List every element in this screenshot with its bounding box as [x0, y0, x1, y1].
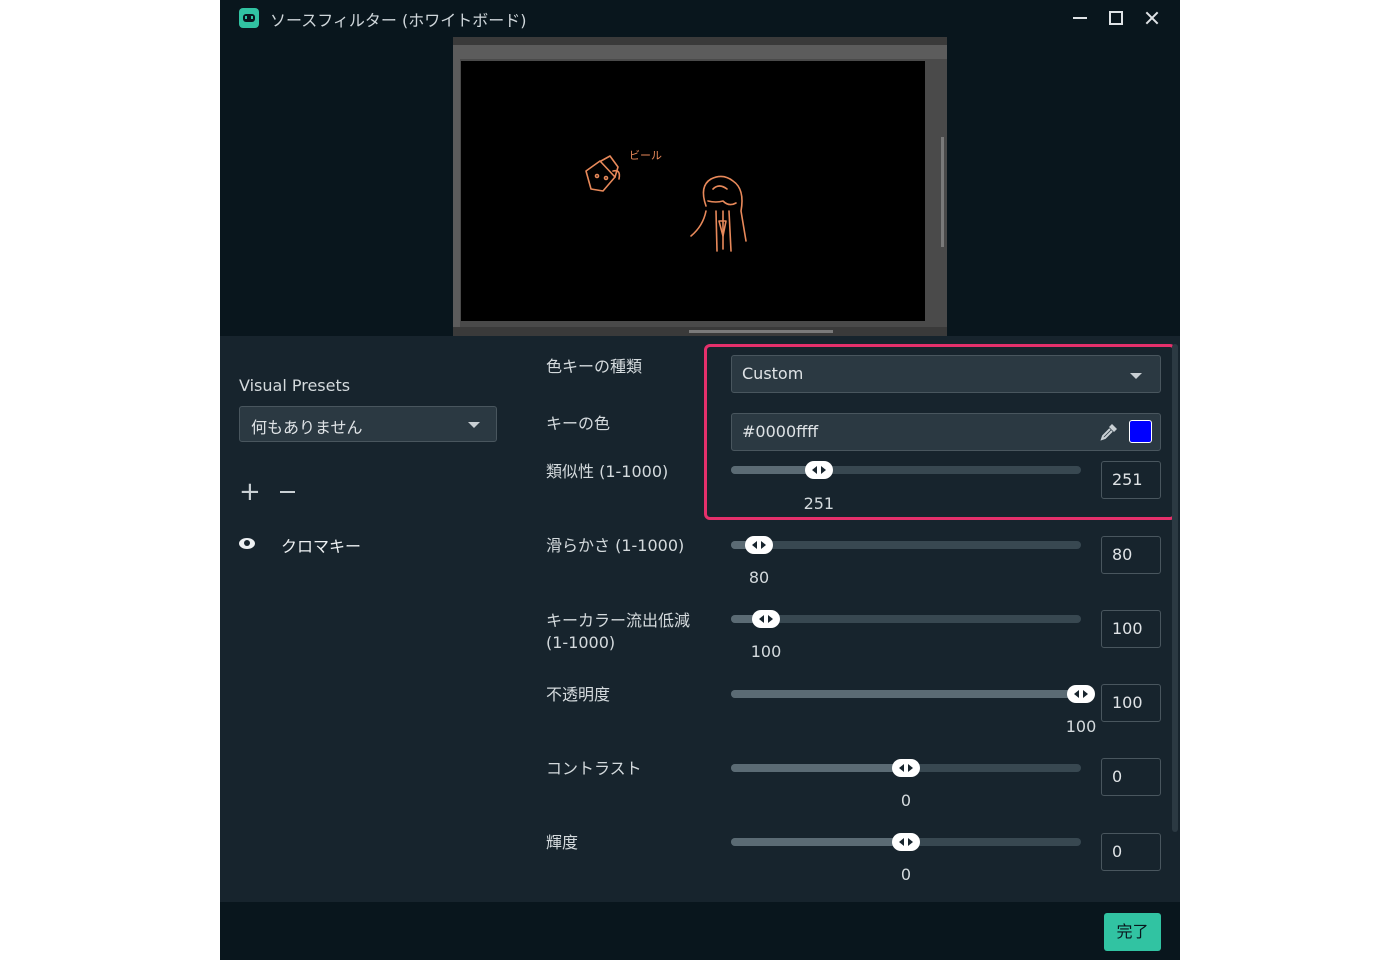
- streamlabs-app-icon: [239, 8, 259, 28]
- brightness-value-label: 0: [900, 865, 912, 884]
- key-type-value: Custom: [742, 364, 804, 383]
- slider-fill: [731, 838, 906, 846]
- close-icon[interactable]: [1140, 6, 1164, 30]
- smoothness-slider[interactable]: [731, 536, 1081, 554]
- slider-handle[interactable]: [892, 759, 920, 777]
- slider-handle[interactable]: [752, 610, 780, 628]
- smoothness-label: 滑らかさ (1-1000): [546, 536, 685, 555]
- title-bar: ソースフィルター (ホワイトボード): [220, 0, 1180, 36]
- contrast-label: コントラスト: [546, 759, 642, 778]
- preview-horizontal-scrollbar: [689, 330, 833, 333]
- key-type-dropdown[interactable]: Custom: [731, 355, 1161, 393]
- brightness-label: 輝度: [546, 833, 579, 852]
- spill-value-label: 100: [750, 642, 782, 661]
- maximize-icon[interactable]: [1104, 6, 1128, 30]
- spill-label-line1: キーカラー流出低減: [546, 611, 691, 630]
- opacity-input[interactable]: 100: [1101, 684, 1161, 722]
- doodle-annotation: ビール: [629, 149, 662, 162]
- spill-label-line2: (1-1000): [546, 633, 616, 652]
- preview-app-titlebar: [453, 37, 947, 45]
- filter-list-panel: Visual Presets 何もありません + クロマキー: [220, 336, 520, 902]
- key-type-label: 色キーの種類: [546, 357, 643, 376]
- preview-area: ビール: [220, 36, 1180, 336]
- done-button[interactable]: 完了: [1104, 913, 1161, 951]
- slider-handle[interactable]: [745, 536, 773, 554]
- preview-vertical-scrollbar: [941, 137, 944, 247]
- preview-canvas: ビール: [461, 61, 925, 321]
- similarity-slider[interactable]: [731, 461, 1081, 479]
- visual-presets-value: 何もありません: [251, 418, 363, 437]
- key-color-value: #0000ffff: [742, 422, 819, 441]
- similarity-value-label: 251: [803, 494, 835, 513]
- slider-handle[interactable]: [1067, 685, 1095, 703]
- visual-presets-label: Visual Presets: [239, 376, 351, 395]
- filter-list-item[interactable]: クロマキー: [220, 530, 520, 560]
- opacity-input-value: 100: [1112, 693, 1143, 712]
- slider-handle[interactable]: [892, 833, 920, 851]
- key-color-label: キーの色: [546, 414, 611, 433]
- settings-scrollbar[interactable]: [1172, 344, 1178, 832]
- contrast-slider[interactable]: [731, 759, 1081, 777]
- smoothness-input[interactable]: 80: [1101, 536, 1161, 574]
- eye-icon[interactable]: [239, 538, 255, 549]
- source-filter-window: ソースフィルター (ホワイトボード) ビール Visual Presets 何も…: [220, 0, 1180, 960]
- eyedropper-icon[interactable]: [1098, 421, 1120, 443]
- key-color-field[interactable]: #0000ffff: [731, 413, 1161, 451]
- chevron-down-icon: [468, 422, 480, 428]
- slider-fill: [731, 764, 906, 772]
- slider-handle[interactable]: [804, 461, 833, 479]
- source-preview: ビール: [453, 37, 947, 336]
- contrast-input-value: 0: [1112, 767, 1123, 786]
- similarity-label: 類似性 (1-1000): [546, 462, 669, 481]
- remove-filter-button[interactable]: [279, 480, 297, 504]
- opacity-label: 不透明度: [546, 685, 611, 704]
- brightness-input-value: 0: [1112, 842, 1123, 861]
- visual-presets-dropdown[interactable]: 何もありません: [239, 406, 497, 442]
- contrast-input[interactable]: 0: [1101, 758, 1161, 796]
- minimize-icon[interactable]: [1068, 6, 1092, 30]
- preview-ruler: [453, 45, 947, 59]
- filter-settings-panel: 色キーの種類 Custom キーの色 #0000ffff 類似性 (1-1000…: [520, 336, 1180, 902]
- smoothness-input-value: 80: [1112, 545, 1133, 564]
- similarity-input-value: 251: [1112, 470, 1143, 489]
- smoothness-value-label: 80: [748, 568, 770, 587]
- brightness-input[interactable]: 0: [1101, 833, 1161, 871]
- window-title: ソースフィルター (ホワイトボード): [270, 11, 527, 30]
- contrast-value-label: 0: [900, 791, 912, 810]
- chevron-down-icon: [1130, 373, 1142, 379]
- key-color-swatch[interactable]: [1129, 420, 1152, 443]
- footer-bar: 完了: [220, 902, 1180, 960]
- opacity-slider[interactable]: [731, 685, 1095, 703]
- spill-reduction-slider[interactable]: [731, 610, 1081, 628]
- add-filter-button[interactable]: +: [239, 479, 261, 505]
- slider-fill: [731, 690, 1081, 698]
- brightness-slider[interactable]: [731, 833, 1081, 851]
- similarity-input[interactable]: 251: [1101, 461, 1161, 499]
- spill-input-value: 100: [1112, 619, 1143, 638]
- preview-side-ruler: [453, 59, 460, 329]
- doodle-drawing: ビール: [585, 149, 747, 252]
- filter-name: クロマキー: [281, 537, 362, 556]
- spill-input[interactable]: 100: [1101, 610, 1161, 648]
